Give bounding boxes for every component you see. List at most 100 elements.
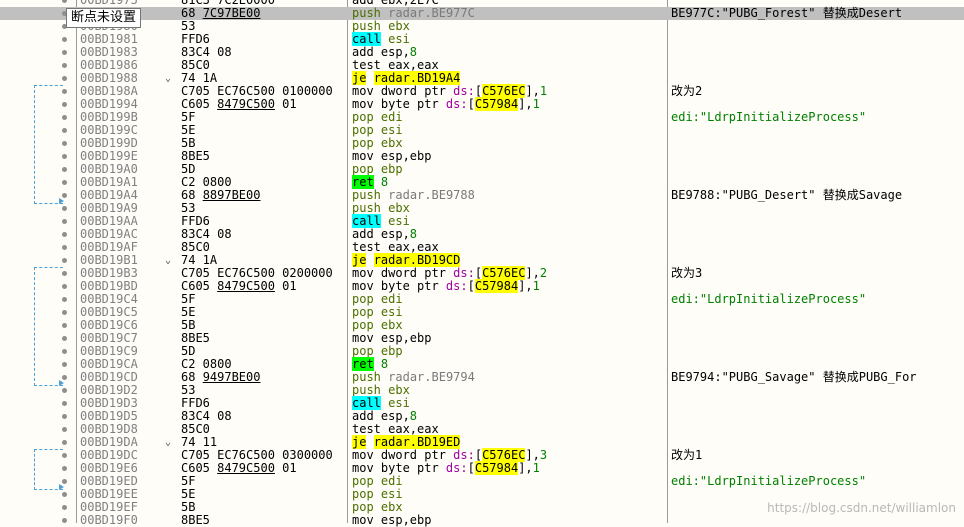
disasm-row[interactable]: 00BD19C9 5D pop ebp [0, 345, 964, 358]
breakpoint-dot-icon[interactable] [62, 440, 67, 445]
instruction-token: esi [388, 396, 410, 410]
breakpoint-dot-icon[interactable] [62, 427, 67, 432]
disasm-row[interactable]: 00BD199C 5E pop esi [0, 124, 964, 137]
disasm-row[interactable]: 00BD19C6 5B pop ebx [0, 319, 964, 332]
disasm-row[interactable]: 00BD199D 5B pop ebx [0, 137, 964, 150]
opcode-bytes-text: FFD6 [181, 214, 210, 228]
disasm-row[interactable]: 00BD199E 8BE5 mov esp,ebp [0, 150, 964, 163]
breakpoint-dot-icon[interactable] [62, 388, 67, 393]
opcode-bytes-text: 5D [181, 162, 196, 176]
disasm-row[interactable]: 00BD197B68 7C97BE00push radar.BE977CBE97… [0, 7, 964, 20]
disasm-row[interactable]: 00BD19C4 5F pop edi edi:"LdrpInitializeProc… [0, 293, 964, 306]
opcode-bytes-address: 8479C500 [217, 97, 275, 111]
instruction-token: push [352, 6, 381, 20]
breakpoint-dot-icon[interactable] [62, 50, 67, 55]
disasm-row[interactable]: 00BD1983 83C4 08 add esp,8 [0, 46, 964, 59]
disasm-row[interactable]: 00BD19C5 5E pop esi [0, 306, 964, 319]
disasm-row[interactable]: 00BD19D2 53 push ebx [0, 384, 964, 397]
opcode-bytes: C605 8479C500 01 [181, 462, 297, 475]
disasm-row[interactable]: 00BD19CD 68 9497BE00 push radar.BE9794 BE97… [0, 371, 964, 384]
breakpoint-dot-icon[interactable] [62, 401, 67, 406]
breakpoint-dot-icon[interactable] [62, 232, 67, 237]
instruction-token: [ [467, 461, 475, 475]
instruction-token: ], [518, 461, 533, 475]
instruction-token: C576EC [482, 448, 526, 462]
instruction-token: 8 [409, 45, 418, 59]
jump-arrow-head [59, 484, 64, 490]
opcode-bytes-text: 85C0 [181, 422, 210, 436]
disasm-row[interactable]: 00BD19A0 5D pop ebp [0, 163, 964, 176]
disasm-row[interactable]: 00BD1986 85C0 test eax,eax [0, 59, 964, 72]
disasm-row[interactable]: 00BD19D5 83C4 08 add esp,8 [0, 410, 964, 423]
opcode-bytes: 8BE5 [181, 514, 210, 527]
opcode-bytes-text: 5B [181, 318, 196, 332]
disasm-row[interactable]: 00BD19EE 5E pop esi [0, 488, 964, 501]
instruction-token: 3 [539, 448, 548, 462]
instruction-token: C576EC [482, 266, 526, 280]
instruction-token: radar.BE977C [388, 6, 475, 20]
instruction-token: call [352, 214, 381, 228]
breakpoint-dot-icon[interactable] [62, 505, 67, 510]
opcode-bytes-text: 53 [181, 19, 196, 33]
instruction-token: ], [525, 448, 540, 462]
instruction-token: 8 [409, 227, 418, 241]
jump-indicator-icon: ⌄ [165, 255, 172, 266]
instruction-token: ds: [453, 84, 475, 98]
disasm-row[interactable]: 00BD19F0 8BE5 mov esp,ebp [0, 514, 964, 527]
instruction-token: esi [388, 32, 410, 46]
disasm-row[interactable]: 00BD199B 5F pop edi edi:"LdrpInitializeProc… [0, 111, 964, 124]
disasm-row[interactable]: 00BD19A9 53 push ebx [0, 202, 964, 215]
opcode-bytes-text: 8BE5 [181, 149, 210, 163]
breakpoint-dot-icon[interactable] [62, 63, 67, 68]
opcode-bytes-text: C705 EC76C500 0100000 [181, 84, 333, 98]
opcode-bytes-text: 5F [181, 474, 196, 488]
instruction-token [374, 357, 381, 371]
opcode-bytes-text: 5E [181, 487, 196, 501]
breakpoint-dot-icon[interactable] [62, 76, 67, 81]
disasm-row[interactable]: 00BD19AA FFD6 call esi [0, 214, 964, 228]
breakpoint-dot-icon[interactable] [62, 414, 67, 419]
disassembly-listing[interactable]: 00BD197581C3 7C2E0000add ebx,2E7C00BD197… [0, 0, 964, 527]
disasm-row[interactable]: 00BD19ED 5F pop edi edi:"LdrpInitializeProc… [0, 475, 964, 488]
breakpoint-dot-icon[interactable] [62, 492, 67, 497]
instruction-token: pop edi [352, 292, 403, 306]
instruction-token: push [352, 370, 381, 384]
instruction-token [374, 175, 381, 189]
instruction-token [366, 253, 373, 267]
instruction-token: C57984 [474, 461, 519, 475]
opcode-bytes-address: 8479C500 [217, 461, 275, 475]
disasm-row[interactable]: 00BD19AC 83C4 08 add esp,8 [0, 228, 964, 241]
disasm-row[interactable]: 00BD19AF 85C0 test eax,eax [0, 241, 964, 254]
opcode-bytes-text: C605 [181, 461, 218, 475]
instruction-token: mov dword ptr [352, 448, 454, 462]
opcode-bytes-text: 83C4 08 [181, 45, 232, 59]
instruction-token: ret [352, 175, 374, 189]
opcode-bytes-text: FFD6 [181, 32, 210, 46]
breakpoint-dot-icon[interactable] [62, 258, 67, 263]
jump-arrow-line [34, 85, 63, 204]
disasm-row[interactable]: 00BD19D8 85C0 test eax,eax [0, 423, 964, 436]
breakpoint-dot-icon[interactable] [62, 219, 67, 224]
instruction-token: C576EC [482, 84, 526, 98]
instruction-token: 2 [539, 266, 548, 280]
instruction-token: ds: [453, 448, 475, 462]
instruction-token: radar.BE9794 [388, 370, 475, 384]
disasm-row[interactable]: 00BD19C7 8BE5 mov esp,ebp [0, 332, 964, 345]
opcode-bytes-text: 8BE5 [181, 513, 210, 527]
breakpoint-dot-icon[interactable] [62, 518, 67, 523]
instruction-token: 1 [532, 279, 540, 293]
disasm-row[interactable]: 00BD1981 FFD6 call esi [0, 32, 964, 46]
disasm-row[interactable]: 00BD19D3 FFD6 call esi [0, 396, 964, 410]
disasm-row[interactable]: 00BD19A4 68 8897BE00 push radar.BE9788 BE97… [0, 189, 964, 202]
comment: BE977C:"PUBG_Forest" 替换成Desert [671, 6, 903, 20]
breakpoint-dot-icon[interactable] [62, 0, 67, 3]
breakpoint-dot-icon[interactable] [62, 245, 67, 250]
instruction-token: [ [474, 448, 483, 462]
instruction-token: add esp, [352, 227, 410, 241]
instruction-token: ], [518, 279, 533, 293]
breakpoint-dot-icon[interactable] [62, 37, 67, 42]
opcode-bytes-text: 5B [181, 500, 196, 514]
disasm-row[interactable]: 00BD198053push ebx [0, 20, 964, 33]
breakpoint-dot-icon[interactable] [62, 206, 67, 211]
instruction-token: pop ebx [352, 136, 403, 150]
